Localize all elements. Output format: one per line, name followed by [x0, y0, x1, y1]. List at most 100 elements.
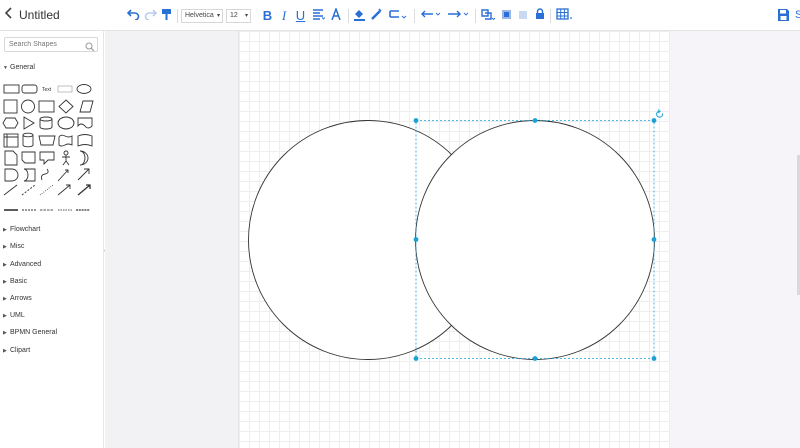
- search-shapes-input[interactable]: [4, 37, 98, 52]
- category-label: Advanced: [10, 261, 42, 268]
- save-button[interactable]: S: [795, 9, 800, 21]
- resize-handle[interactable]: [532, 118, 538, 123]
- resize-handle[interactable]: [413, 118, 419, 123]
- dashed-line-shape[interactable]: [21, 184, 36, 196]
- parallelogram-shape[interactable]: [79, 100, 94, 113]
- internal-storage-shape[interactable]: [3, 133, 19, 148]
- category-uml[interactable]: ▶ UML: [3, 312, 25, 319]
- tape-shape[interactable]: [58, 134, 73, 147]
- category-label: Basic: [10, 278, 28, 285]
- arrange-icon[interactable]: [480, 8, 496, 24]
- circle-shape[interactable]: [21, 99, 35, 114]
- toolbar-separator: [550, 9, 551, 23]
- category-label: Misc: [10, 243, 25, 250]
- text-shape[interactable]: Text: [42, 87, 52, 93]
- bold-icon[interactable]: B: [262, 8, 273, 24]
- line-shape[interactable]: [3, 184, 18, 196]
- square-shape[interactable]: [3, 99, 18, 114]
- italic-icon[interactable]: I: [279, 8, 289, 24]
- table-icon[interactable]: [556, 8, 573, 24]
- category-basic[interactable]: ▶ Basic: [3, 278, 27, 285]
- lock-icon[interactable]: [535, 8, 545, 24]
- triangle-shape[interactable]: [23, 116, 35, 130]
- line-start-arrow-icon[interactable]: [420, 8, 442, 24]
- callout-shape[interactable]: [39, 151, 55, 166]
- hexagon-shape[interactable]: [2, 117, 19, 129]
- actor-shape[interactable]: [62, 155, 70, 166]
- resize-handle[interactable]: [651, 237, 657, 242]
- cloud-shape[interactable]: [57, 116, 75, 130]
- font-size-select[interactable]: 12 ▾: [226, 9, 251, 23]
- back-arrow-icon[interactable]: [2, 6, 16, 24]
- chevron-down-icon: ▾: [244, 13, 248, 19]
- or-shape[interactable]: [23, 168, 36, 182]
- arrow-shape[interactable]: [77, 168, 90, 181]
- font-color-icon[interactable]: [330, 6, 342, 24]
- rounded-rectangle-shape[interactable]: [21, 84, 38, 94]
- document-shape[interactable]: [77, 117, 93, 129]
- font-family-select[interactable]: Helvetica ▾: [181, 9, 223, 23]
- ungroup-icon[interactable]: [518, 8, 528, 24]
- diamond-shape[interactable]: [58, 99, 74, 114]
- collapsed-triangle-icon: ▶: [3, 313, 7, 319]
- category-flowchart[interactable]: ▶ Flowchart: [3, 226, 40, 233]
- document-title[interactable]: Untitled: [19, 8, 60, 22]
- bidirectional-arrow-shape[interactable]: [57, 169, 69, 182]
- editor-app: Untitled Helvetica ▾ 12 ▾ B I U S Search…: [0, 0, 800, 448]
- toolbar-separator: [475, 9, 476, 23]
- category-general[interactable]: ▼ General: [3, 64, 35, 71]
- category-label: UML: [10, 312, 25, 319]
- wave-shape[interactable]: [77, 134, 93, 147]
- card-shape[interactable]: [21, 151, 36, 164]
- line-end-arrow-icon[interactable]: [446, 8, 470, 24]
- dotted-line-shape[interactable]: [39, 184, 54, 196]
- save-icon[interactable]: [777, 8, 790, 22]
- right-circle-shape[interactable]: [415, 120, 655, 360]
- process-shape[interactable]: [38, 100, 55, 113]
- note-shape[interactable]: [4, 150, 18, 166]
- toolbar-separator: [414, 9, 415, 23]
- category-arrows[interactable]: ▶ Arrows: [3, 295, 32, 302]
- resize-handle[interactable]: [651, 118, 657, 123]
- rectangle-shape[interactable]: [3, 84, 20, 94]
- category-bpmn-general[interactable]: ▶ BPMN General: [3, 329, 57, 336]
- delay-shape[interactable]: [4, 168, 19, 182]
- resize-handle[interactable]: [413, 356, 419, 361]
- category-advanced[interactable]: ▶ Advanced: [3, 261, 41, 268]
- category-label: Arrows: [10, 295, 32, 302]
- toolbar-separator: [177, 9, 178, 23]
- search-icon[interactable]: [85, 39, 95, 52]
- resize-handle[interactable]: [413, 237, 419, 242]
- format-painter-icon[interactable]: [160, 8, 172, 24]
- bold-arrow-shape[interactable]: [77, 184, 91, 196]
- directional-connector-shape[interactable]: [57, 184, 71, 196]
- line-style-icon[interactable]: [388, 8, 408, 24]
- cylinder-shape[interactable]: [39, 116, 53, 130]
- category-label: Clipart: [10, 347, 31, 354]
- shape-library-panel: ▼General: [0, 31, 104, 448]
- redo-icon[interactable]: [143, 8, 157, 24]
- group-icon[interactable]: [501, 8, 512, 24]
- undo-icon[interactable]: [126, 8, 140, 24]
- collapsed-triangle-icon: ▶: [3, 296, 7, 302]
- curve-shape[interactable]: [40, 168, 49, 181]
- category-clipart[interactable]: ▶ Clipart: [3, 347, 30, 354]
- fill-color-icon[interactable]: [353, 8, 366, 24]
- ellipse-shape[interactable]: [76, 84, 92, 94]
- category-misc[interactable]: ▶ Misc: [3, 243, 24, 250]
- category-label: BPMN General: [10, 329, 58, 336]
- trapezoid-shape[interactable]: [38, 135, 56, 146]
- data-store-shape[interactable]: [22, 132, 34, 148]
- textbox-shape[interactable]: [57, 85, 73, 93]
- font-size-value: 12: [230, 12, 238, 19]
- resize-handle[interactable]: [532, 356, 538, 361]
- align-icon[interactable]: [311, 8, 325, 24]
- line-color-icon[interactable]: [370, 8, 382, 24]
- general-shapes-grid: Text: [2, 84, 94, 211]
- collapsed-triangle-icon: ▶: [3, 244, 7, 250]
- underline-icon[interactable]: U: [295, 8, 306, 24]
- moon-shape[interactable]: [79, 150, 89, 166]
- category-label: Flowchart: [10, 226, 41, 233]
- toolbar-separator: [348, 9, 349, 23]
- resize-handle[interactable]: [651, 356, 657, 361]
